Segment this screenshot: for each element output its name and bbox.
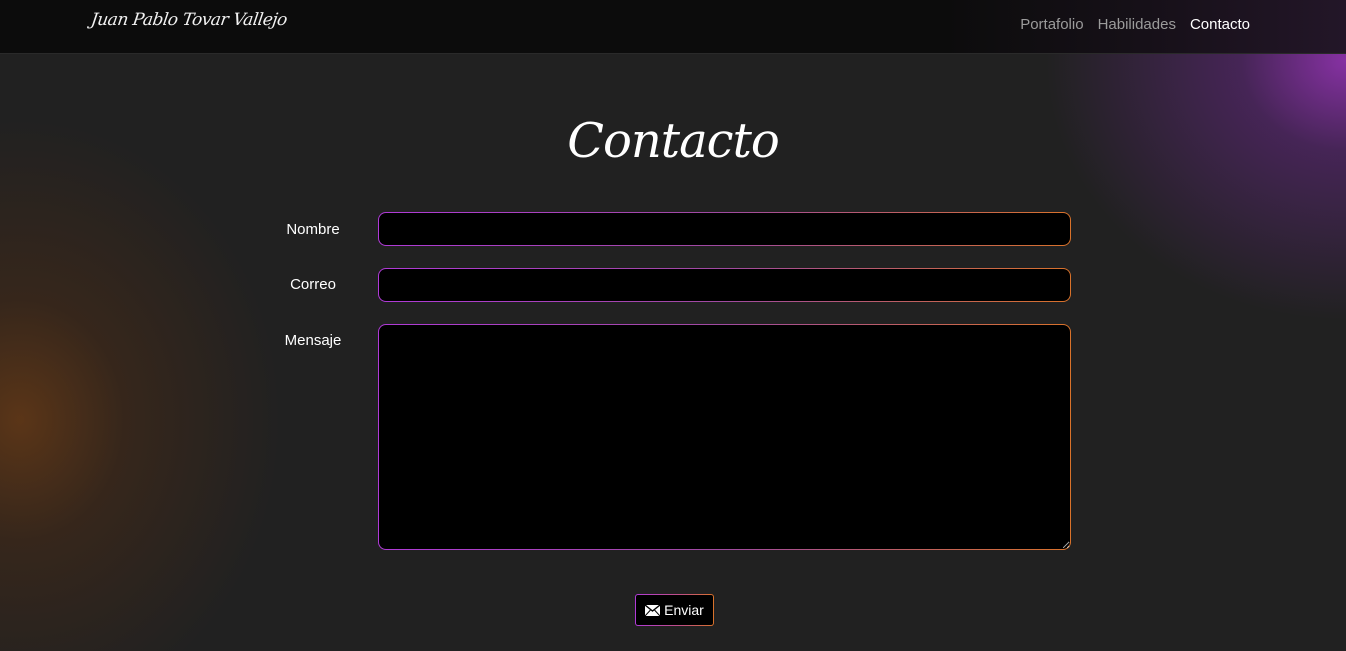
message-label: Mensaje <box>284 332 342 349</box>
email-field-wrapper <box>378 268 1071 302</box>
nav-link-habilidades[interactable]: Habilidades <box>1098 16 1176 33</box>
page: Juan Pablo Tovar Vallejo Portafolio Habi… <box>0 0 1346 651</box>
brand-logo[interactable]: Juan Pablo Tovar Vallejo <box>90 10 289 30</box>
message-field-wrapper <box>378 324 1071 550</box>
email-input[interactable] <box>379 269 1070 301</box>
envelope-icon <box>645 604 661 616</box>
name-input[interactable] <box>379 213 1070 245</box>
email-label: Correo <box>290 276 336 293</box>
nav-links: Portafolio Habilidades Contacto <box>1020 16 1250 33</box>
send-button-inner: Enviar <box>636 595 713 625</box>
name-field-wrapper <box>378 212 1071 246</box>
send-button[interactable]: Enviar <box>635 594 714 626</box>
send-button-label: Enviar <box>664 602 704 618</box>
navbar: Juan Pablo Tovar Vallejo Portafolio Habi… <box>0 0 1346 54</box>
page-title: Contacto <box>567 113 780 169</box>
nav-link-contacto[interactable]: Contacto <box>1190 16 1250 33</box>
name-label: Nombre <box>286 221 340 238</box>
message-textarea[interactable] <box>379 325 1070 549</box>
nav-link-portafolio[interactable]: Portafolio <box>1020 16 1083 33</box>
